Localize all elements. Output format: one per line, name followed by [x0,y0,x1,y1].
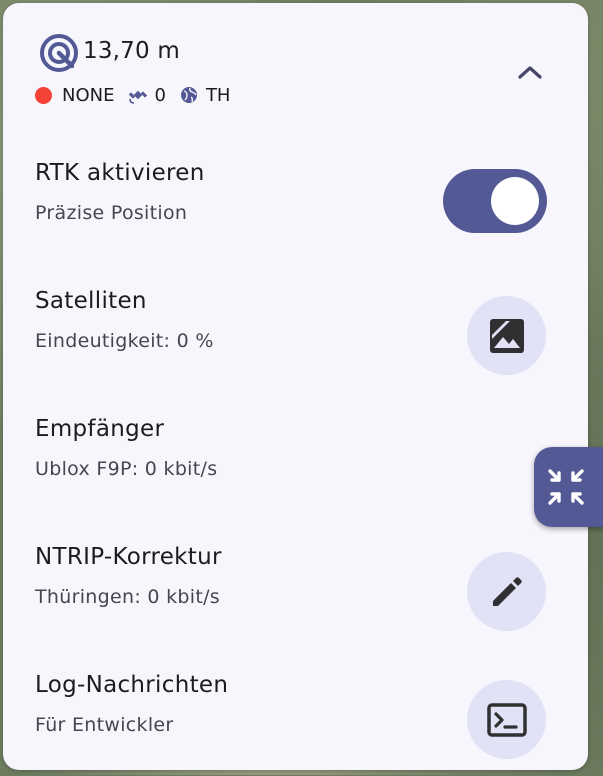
satellite-icon [129,90,148,104]
region-code: TH [205,84,231,106]
row-subtitle: Thüringen: 0 kbit/s [35,586,220,608]
row-title: NTRIP-Korrektur [35,544,222,570]
image-icon [489,318,524,353]
row-log-messages[interactable]: Log-Nachrichten Für Entwickler [3,648,588,776]
log-terminal-button[interactable] [467,680,546,759]
globe-icon [180,87,197,103]
row-title: Satelliten [35,288,147,314]
row-title: Empfänger [35,416,165,442]
edit-pencil-icon [492,576,522,606]
fix-status-label: NONE [62,84,115,106]
status-row: NONE 0 TH [35,83,230,107]
terminal-icon [486,702,527,737]
satellites-view-button[interactable] [467,296,546,375]
row-subtitle: Ublox F9P: 0 kbit/s [35,458,218,480]
satellite-count: 0 [154,84,166,106]
rtk-settings-panel: 13,70 m NONE 0 TH RTK aktivieren Präzise… [3,3,588,770]
row-receiver[interactable]: Empfänger Ublox F9P: 0 kbit/s [3,392,588,520]
row-ntrip-correction[interactable]: NTRIP-Korrektur Thüringen: 0 kbit/s [3,520,588,648]
panel-header: 13,70 m NONE 0 TH [3,3,588,123]
row-subtitle: Eindeutigkeit: 0 % [35,330,214,352]
row-subtitle: Für Entwickler [35,714,174,736]
chevron-up-icon [518,66,542,79]
collapse-panel-button[interactable] [508,55,552,89]
toggle-knob [491,177,539,225]
gps-target-icon [40,34,78,72]
row-title: Log-Nachrichten [35,672,229,698]
accuracy-value: 13,70 m [83,38,180,64]
row-title: RTK aktivieren [35,160,205,186]
collapse-arrows-icon [548,469,584,505]
rtk-toggle-switch[interactable] [443,169,547,233]
row-rtk-activate[interactable]: RTK aktivieren Präzise Position [3,136,588,264]
row-satellites[interactable]: Satelliten Eindeutigkeit: 0 % [3,264,588,392]
collapse-fab-button[interactable] [534,447,603,527]
row-subtitle: Präzise Position [35,202,188,224]
fix-status-dot [35,86,52,104]
ntrip-edit-button[interactable] [467,552,546,631]
